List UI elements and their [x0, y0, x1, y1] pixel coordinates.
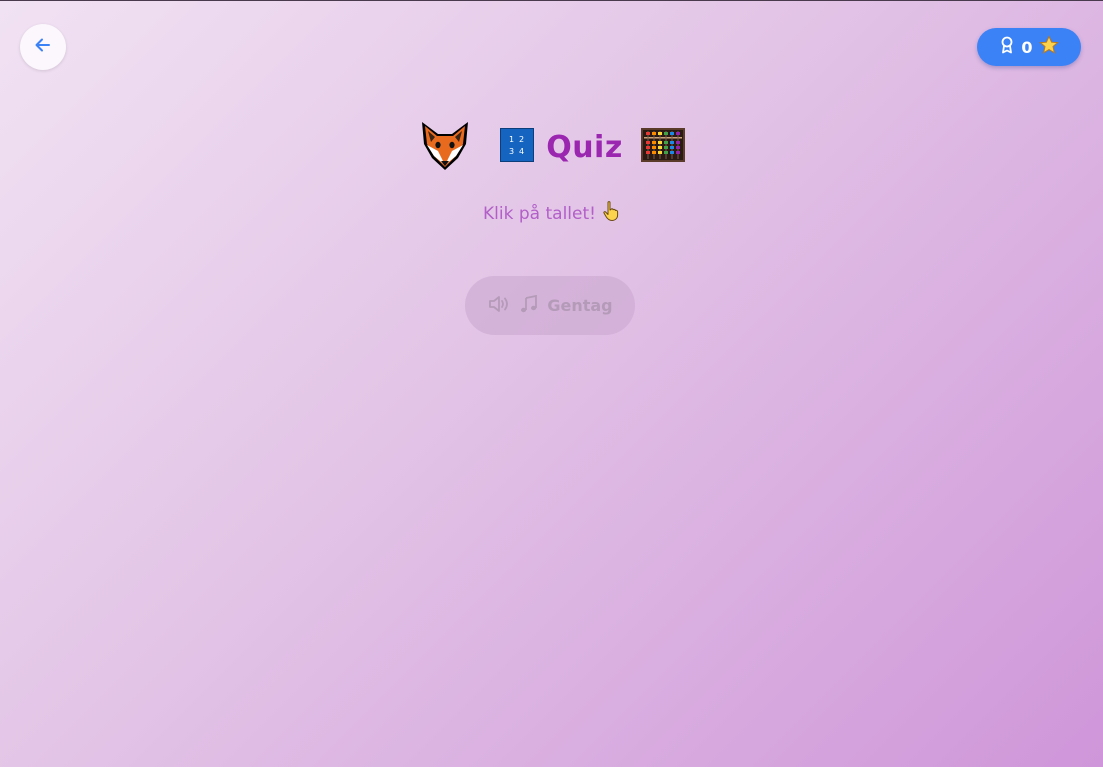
number-grid-icon: 1 2 3 4: [500, 128, 535, 166]
back-button[interactable]: [20, 24, 66, 70]
svg-text:2: 2: [519, 135, 524, 144]
fox-icon: [418, 118, 472, 176]
quiz-instruction: Klik på tallet!: [483, 203, 596, 224]
music-note-icon: [519, 294, 539, 318]
abacus-icon: [640, 128, 685, 166]
award-icon: [999, 36, 1015, 58]
repeat-button[interactable]: Gentag: [465, 276, 635, 335]
repeat-button-label: Gentag: [547, 296, 613, 315]
arrow-left-icon: [33, 35, 53, 59]
score-badge: 0: [977, 28, 1081, 66]
quiz-title: Quiz: [546, 129, 623, 165]
quiz-instruction-row: Klik på tallet!: [0, 200, 1103, 227]
score-value: 0: [1021, 37, 1033, 57]
svg-text:3: 3: [509, 147, 514, 156]
star-icon: [1038, 35, 1059, 59]
quiz-title-row: 1 2 3 4 Quiz: [0, 118, 1103, 176]
speaker-icon: [487, 294, 511, 318]
window-top-border: [0, 0, 1103, 1]
pointing-hand-icon: [602, 200, 620, 227]
svg-text:4: 4: [519, 147, 524, 156]
svg-text:1: 1: [509, 135, 514, 144]
